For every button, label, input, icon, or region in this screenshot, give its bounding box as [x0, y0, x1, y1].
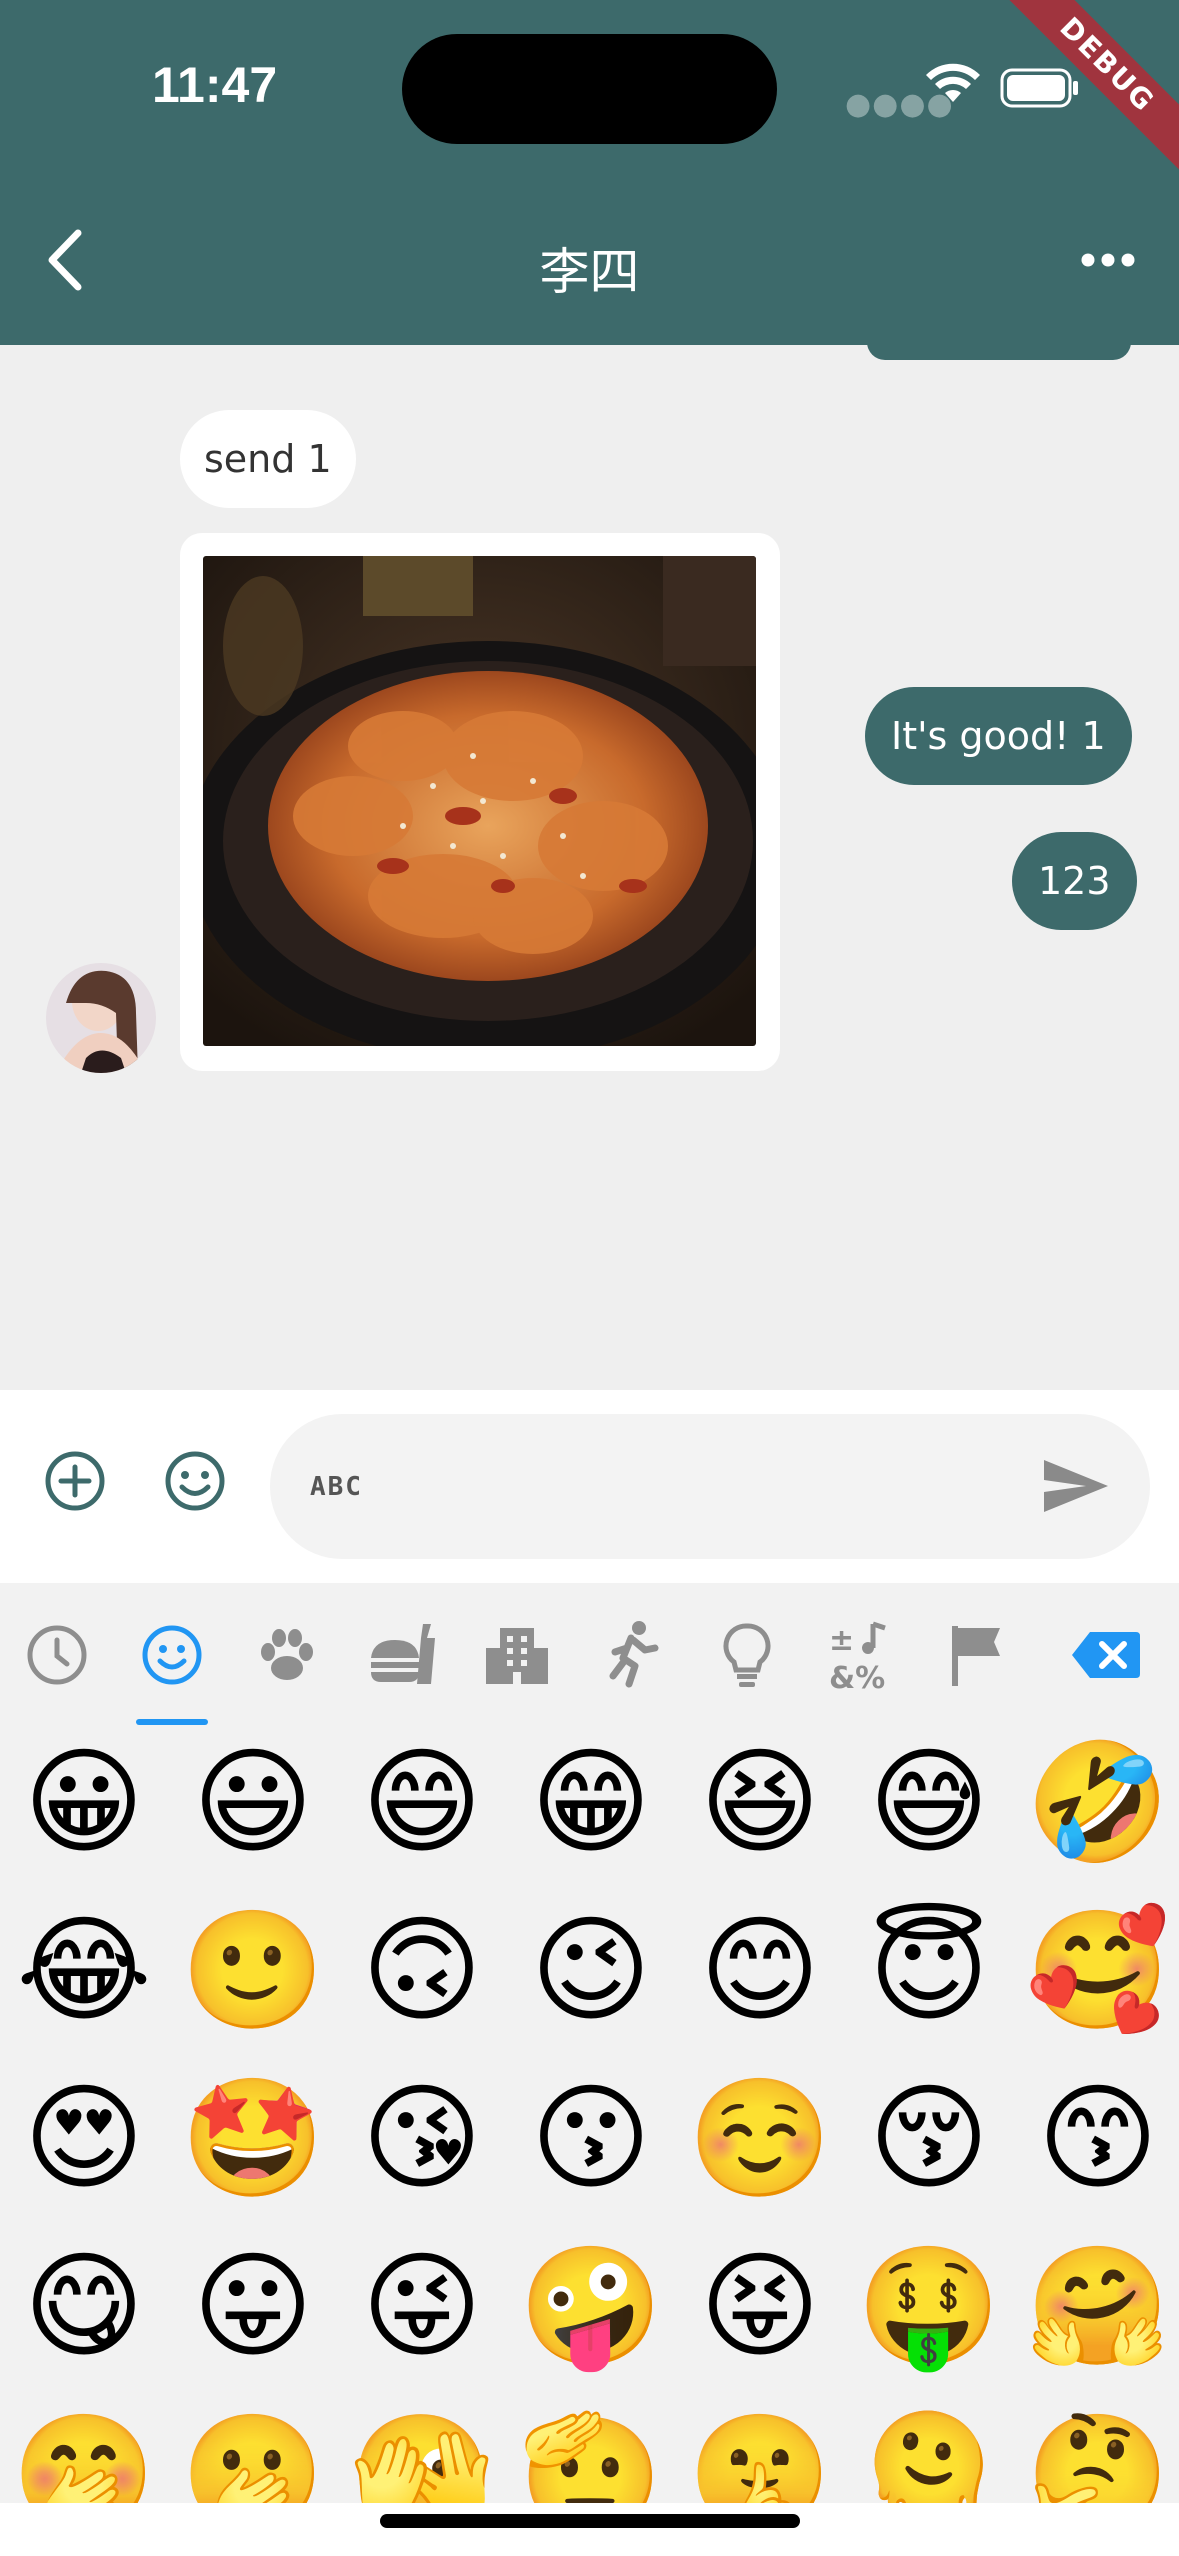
emoji-category-bar: ± &%: [0, 1583, 1179, 1728]
emoji-key[interactable]: 😅: [854, 1728, 1004, 1878]
bottom-safe-area: [0, 2503, 1179, 2556]
message-text: send 1: [204, 437, 332, 481]
emoji-key[interactable]: 😊: [685, 1896, 835, 2046]
backspace-icon[interactable]: [1068, 1618, 1144, 1692]
message-input[interactable]: [310, 1454, 1030, 1519]
smiley-icon[interactable]: [135, 1618, 209, 1692]
emoji-key[interactable]: 😍: [9, 2064, 159, 2214]
emoji-picker: ± &% 😀 😃 😄 😁 😆 😅 🤣 😂 🙂 🙃 😉 😊 😇 🥰 😍 🤩 😘 😗 ☺️ 😚 😙 😋 😛 😜 🤪 😝 🤑 🤗 🤭 🫢 🫣 🫡 🤫 🫠…: [0, 1583, 1179, 2503]
running-icon[interactable]: [595, 1618, 669, 1692]
dynamic-island: [402, 34, 777, 144]
svg-text:&%: &%: [829, 1661, 885, 1692]
emoji-key[interactable]: 😃: [178, 1728, 328, 1878]
flag-icon[interactable]: [940, 1618, 1014, 1692]
paw-icon[interactable]: [250, 1618, 324, 1692]
emoji-key[interactable]: 😋: [9, 2232, 159, 2382]
svg-text:±: ±: [829, 1623, 854, 1658]
emoji-key[interactable]: 🤪: [516, 2232, 666, 2382]
emoji-icon[interactable]: [160, 1446, 230, 1516]
emoji-key[interactable]: 😆: [685, 1728, 835, 1878]
status-time: 11:47: [152, 57, 278, 113]
emoji-key[interactable]: 😁: [516, 1728, 666, 1878]
recent-icon[interactable]: [20, 1618, 94, 1692]
wifi-icon: [926, 63, 980, 102]
buildings-icon[interactable]: [480, 1618, 554, 1692]
emoji-key[interactable]: 🤭: [9, 2400, 159, 2503]
emoji-key[interactable]: 🥰: [1023, 1896, 1173, 2046]
emoji-key[interactable]: 😙: [1023, 2064, 1173, 2214]
emoji-key[interactable]: 🤗: [1023, 2232, 1173, 2382]
send-icon[interactable]: [1040, 1454, 1112, 1518]
message-input-field[interactable]: [270, 1414, 1150, 1559]
message-bubble-outgoing[interactable]: 123: [1012, 832, 1137, 930]
emoji-key[interactable]: 🫣: [347, 2400, 497, 2503]
emoji-key[interactable]: 😗: [516, 2064, 666, 2214]
chat-title: 李四: [539, 243, 640, 301]
home-indicator[interactable]: [380, 2514, 800, 2528]
emoji-key[interactable]: 🫠: [854, 2400, 1004, 2503]
message-bubble-outgoing[interactable]: It's good! 1: [865, 687, 1132, 785]
message-text: It's good! 1: [891, 714, 1106, 758]
active-category-indicator: [136, 1719, 208, 1725]
food-icon[interactable]: [365, 1618, 439, 1692]
message-list[interactable]: send 1 It's good! 1 123: [0, 345, 1179, 1390]
emoji-key[interactable]: 😚: [854, 2064, 1004, 2214]
emoji-key[interactable]: 🙂: [178, 1896, 328, 2046]
contact-avatar[interactable]: [46, 963, 156, 1073]
emoji-key[interactable]: 🤣: [1023, 1728, 1173, 1878]
emoji-key[interactable]: 😀: [9, 1728, 159, 1878]
emoji-key[interactable]: 😝: [685, 2232, 835, 2382]
food-photo[interactable]: [203, 556, 756, 1046]
lightbulb-icon[interactable]: [710, 1618, 784, 1692]
input-bar: [0, 1390, 1179, 1583]
message-text: 123: [1038, 859, 1111, 903]
emoji-key[interactable]: 😂: [9, 1896, 159, 2046]
emoji-key[interactable]: 🤔: [1023, 2400, 1173, 2503]
emoji-key[interactable]: 🤑: [854, 2232, 1004, 2382]
emoji-key[interactable]: ☺️: [685, 2064, 835, 2214]
emoji-key[interactable]: 🙃: [347, 1896, 497, 2046]
symbols-icon[interactable]: ± &%: [825, 1618, 899, 1692]
emoji-key[interactable]: 🤫: [685, 2400, 835, 2503]
message-bubble-incoming[interactable]: send 1: [180, 410, 356, 508]
emoji-key[interactable]: 🫡: [516, 2400, 666, 2503]
app-header: 11:47 ●●●● DEBUG 李四: [0, 0, 1179, 345]
emoji-key[interactable]: 😇: [854, 1896, 1004, 2046]
message-bubble-outgoing-partial: [867, 345, 1131, 360]
emoji-key[interactable]: 🤩: [178, 2064, 328, 2214]
add-circle-icon[interactable]: [40, 1446, 110, 1516]
emoji-key[interactable]: 😛: [178, 2232, 328, 2382]
emoji-key[interactable]: 😜: [347, 2232, 497, 2382]
emoji-key[interactable]: 😘: [347, 2064, 497, 2214]
battery-icon: [1000, 68, 1078, 108]
emoji-key[interactable]: 🫢: [178, 2400, 328, 2503]
message-image-incoming[interactable]: [180, 533, 780, 1071]
more-icon[interactable]: [1080, 240, 1136, 280]
emoji-key[interactable]: 😄: [347, 1728, 497, 1878]
status-icons: ●●●●: [845, 60, 1085, 120]
emoji-key[interactable]: 😉: [516, 1896, 666, 2046]
